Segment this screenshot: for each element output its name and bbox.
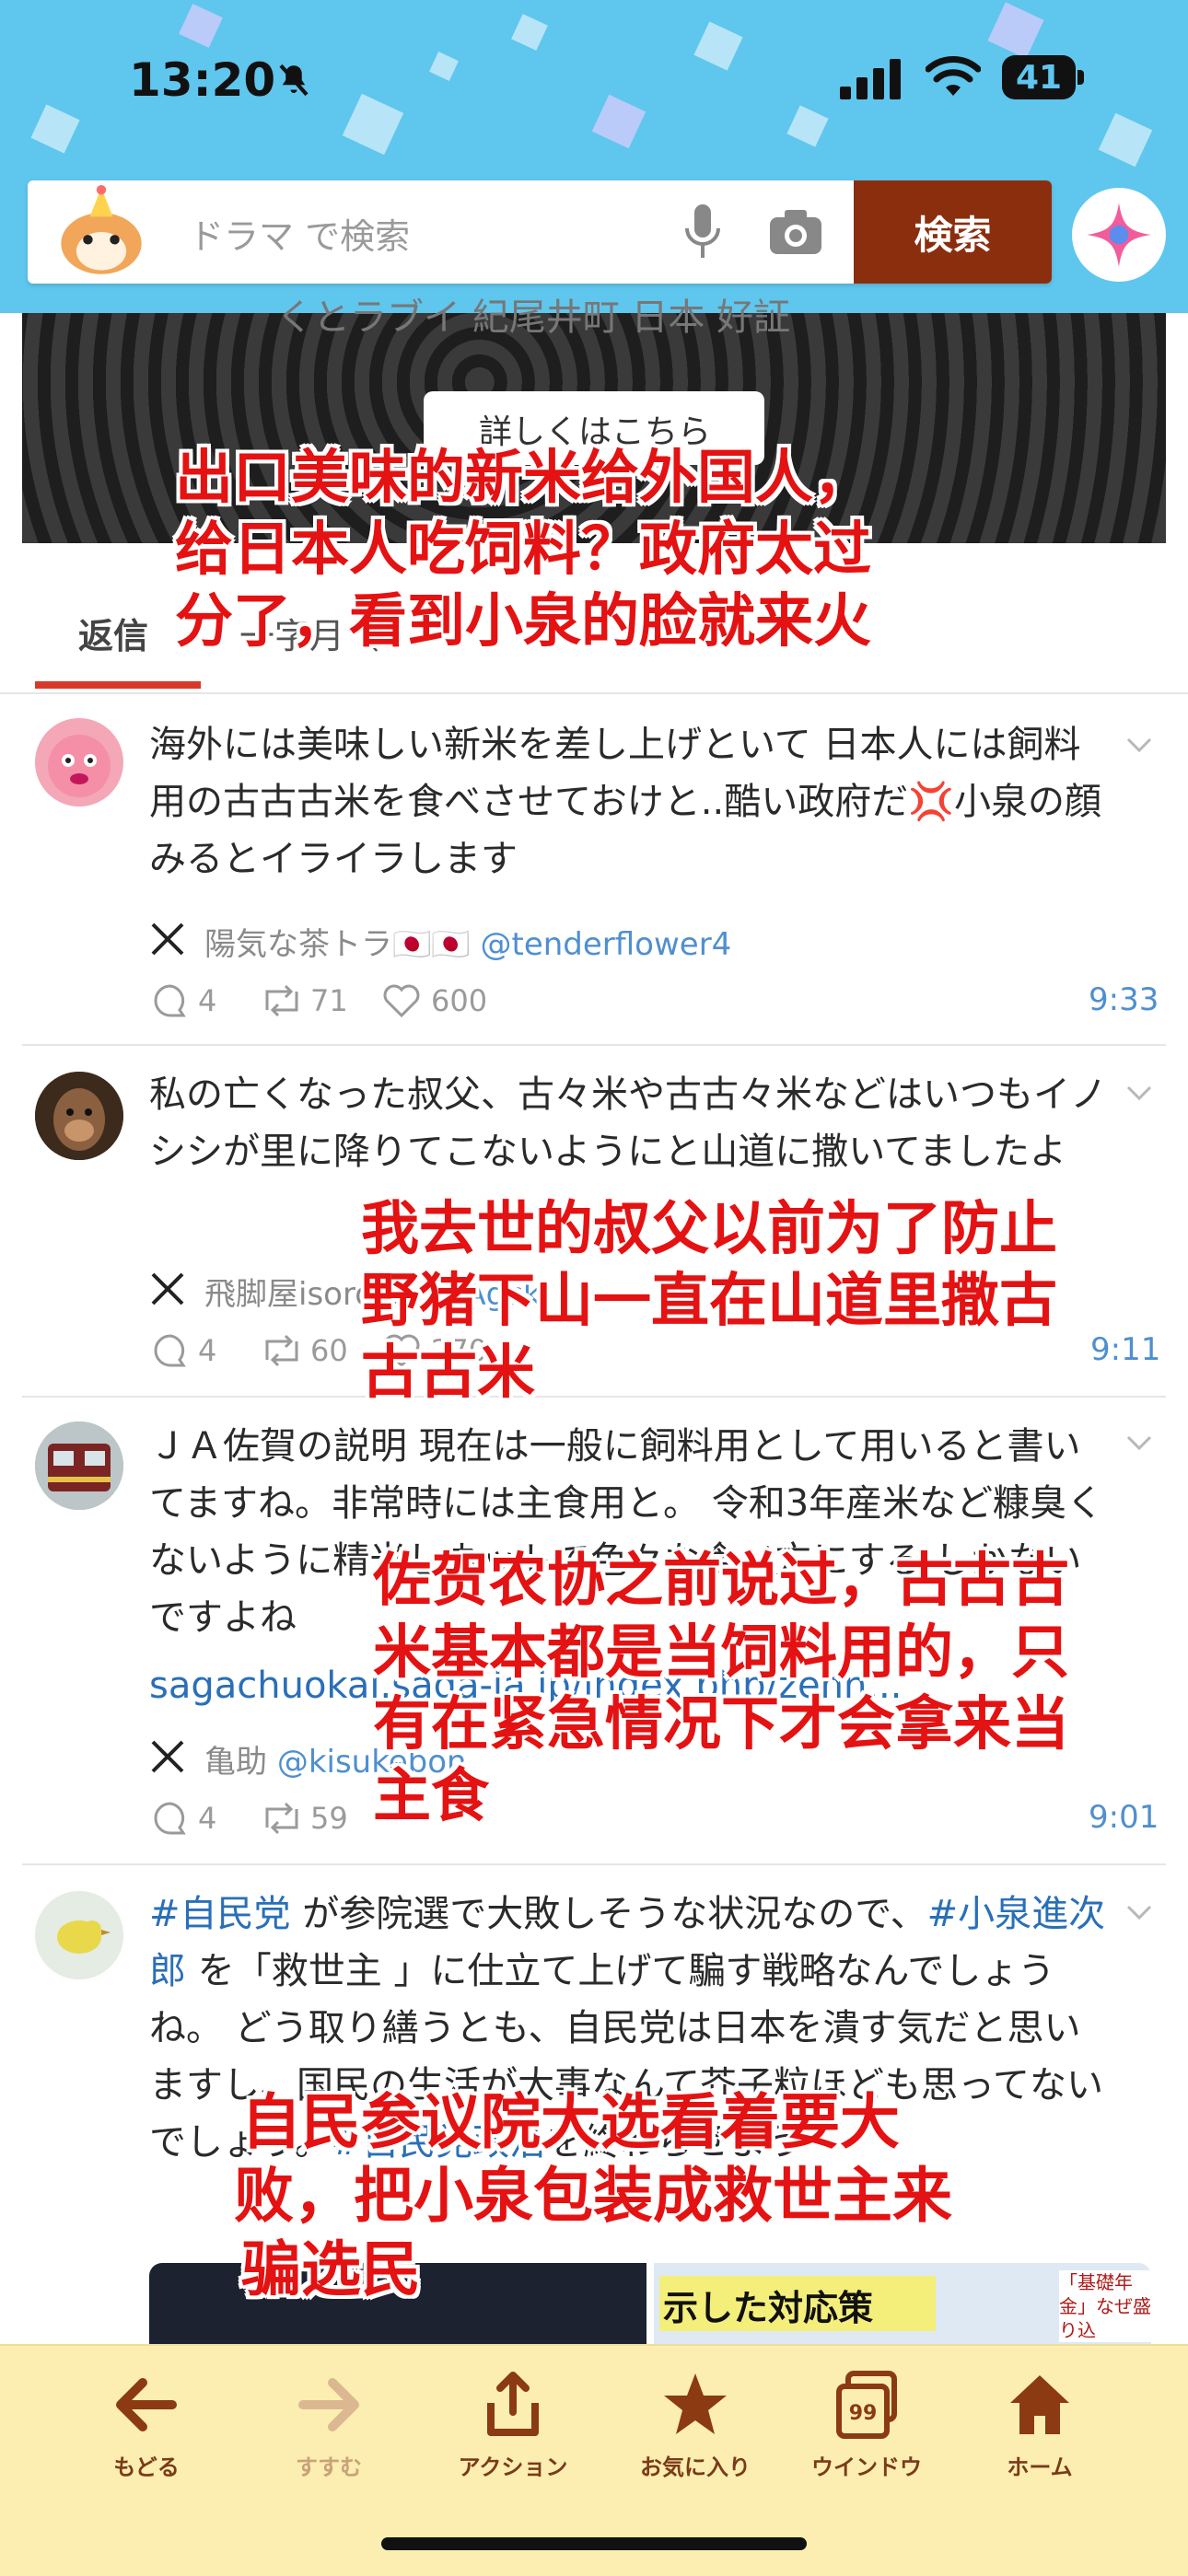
avatar[interactable] — [35, 1072, 123, 1160]
overlay-line: 出口美味的新米给外国人， — [175, 444, 871, 511]
repost-count: 59 — [310, 1801, 348, 1836]
home-icon — [1010, 2375, 1069, 2434]
x-logo-icon — [151, 922, 184, 956]
forward-label: すすむ — [296, 2454, 362, 2480]
overlay-annotation: 出口美味的新米给外国人， 给日本人吃饲料？政府太过 分了，看到小泉的脸就来火 — [175, 442, 871, 657]
overlay-line: 米基本都是当饲料用的，只 — [373, 1619, 1069, 1686]
avatar[interactable] — [35, 1891, 123, 1979]
favorites-label: お気に入り — [640, 2454, 751, 2480]
post-time[interactable]: 9:11 — [1090, 1331, 1160, 1368]
overlay-line: 败，把小泉包装成救世主来 — [234, 2162, 953, 2231]
post-separator — [22, 1863, 1166, 1865]
windows-icon: 99 — [836, 2371, 897, 2439]
star-icon — [664, 2373, 727, 2434]
author-name: 陽気な茶トラ🇯🇵🇯🇵 — [204, 926, 471, 963]
overlay-line: 自民参议院大选看着要大 — [241, 2088, 901, 2157]
banner-text: くとラブイ 紀尾井町 日本 好証 — [276, 296, 791, 339]
repost-count: 60 — [310, 1333, 348, 1368]
bell-slash-icon — [279, 64, 309, 97]
overlay-line: 佐贺农协之前说过，古古古 — [373, 1547, 1069, 1614]
post-separator — [22, 1044, 1166, 1046]
home-indicator[interactable] — [381, 2537, 807, 2550]
action-label: アクション — [458, 2454, 568, 2480]
overlay-line: 我去世的叔父以前为了防止 — [361, 1195, 1057, 1262]
author-name: 亀助 — [204, 1744, 267, 1781]
chevron-down-icon[interactable] — [1125, 1083, 1153, 1103]
thumbnail-side-text: 「基礎年金」なぜ盛り込 — [1059, 2270, 1151, 2342]
repost-icon[interactable] — [260, 1332, 304, 1369]
overlay-line: 分了，看到小泉的脸就来火 — [175, 587, 871, 655]
x-logo-icon — [151, 1740, 184, 1773]
favorites-button[interactable]: お気に入り — [617, 2370, 774, 2481]
tram-photo-icon — [35, 1421, 123, 1510]
arrow-right-icon — [298, 2378, 359, 2431]
windows-label: ウインドウ — [811, 2454, 922, 2480]
home-label: ホーム — [1007, 2454, 1073, 2480]
action-button[interactable]: アクション — [435, 2370, 591, 2481]
post-time[interactable]: 9:01 — [1089, 1799, 1159, 1836]
overlay-annotation: 佐贺农协之前说过，古古古 米基本都是当饲料用的，只 有在紧急情况下才会拿来当 主… — [373, 1545, 1069, 1832]
reply-icon[interactable] — [152, 1332, 189, 1369]
wifi-icon — [926, 56, 981, 96]
like-icon[interactable] — [381, 982, 422, 1019]
chevron-down-icon[interactable] — [1125, 735, 1153, 755]
avatar[interactable] — [35, 718, 123, 806]
battery-tip — [1077, 70, 1084, 85]
ape-portrait-icon — [35, 1072, 123, 1160]
overlay-line: 主食 — [373, 1762, 489, 1829]
overlay-line: 给日本人吃饲料？政府太过 — [175, 516, 871, 583]
overlay-line: 有在紧急情况下才会拿来当 — [373, 1690, 1069, 1758]
active-tab-indicator — [35, 681, 201, 689]
tab-replies[interactable]: 返信 — [78, 608, 148, 658]
repost-icon[interactable] — [260, 1800, 304, 1837]
home-button[interactable]: ホーム — [961, 2370, 1118, 2481]
chevron-down-icon[interactable] — [1125, 1433, 1153, 1453]
arrow-left-icon — [116, 2378, 177, 2431]
reply-icon[interactable] — [152, 982, 189, 1019]
search-input[interactable]: ドラマ で検索 — [189, 208, 410, 259]
overlay-annotation: 自民参议院大选看着要大 败，把小泉包装成救世主来 骗选民 — [234, 2086, 952, 2307]
search-button[interactable]: 検索 — [854, 180, 1052, 284]
ai-assistant-icon[interactable] — [1072, 188, 1166, 282]
bird-photo-icon — [35, 1891, 123, 1979]
back-label: もどる — [113, 2454, 180, 2480]
status-time: 13:20 — [129, 53, 276, 107]
avatar[interactable] — [35, 1421, 123, 1510]
like-count: 600 — [431, 983, 488, 1018]
camera-icon[interactable] — [768, 208, 823, 256]
post-author[interactable]: 陽気な茶トラ🇯🇵🇯🇵 @tenderflower4 — [204, 919, 731, 964]
author-handle: @tenderflower4 — [480, 926, 732, 963]
overlay-annotation: 我去世的叔父以前为了防止 野猪下山一直在山道里撒古 古古米 — [361, 1193, 1057, 1409]
share-icon — [487, 2372, 539, 2436]
post-text: 海外には美味しい新米を差し上げといて 日本人には飼料用の古古古米を食べさせておけ… — [149, 724, 1102, 880]
reply-icon[interactable] — [152, 1800, 189, 1837]
repost-count: 71 — [310, 983, 348, 1018]
hashtag-link[interactable]: #自民党 — [149, 1893, 291, 1935]
overlay-line: 骗选民 — [241, 2235, 422, 2304]
chevron-down-icon[interactable] — [1125, 1902, 1153, 1922]
overlay-line: 古古米 — [361, 1339, 535, 1406]
forward-button[interactable]: すすむ — [250, 2370, 407, 2481]
reply-count: 4 — [198, 1801, 217, 1836]
tab-divider — [0, 692, 1188, 694]
repost-icon[interactable] — [260, 982, 304, 1019]
reply-count: 4 — [198, 983, 217, 1018]
reply-count: 4 — [198, 1333, 217, 1368]
windows-count: 99 — [849, 2402, 878, 2425]
cellular-signal-icon — [840, 59, 901, 99]
back-button[interactable]: もどる — [68, 2370, 225, 2481]
x-logo-icon — [151, 1272, 184, 1305]
battery-indicator: 41 — [1002, 55, 1076, 99]
mascot-logo-icon — [61, 185, 142, 274]
microphone-icon[interactable] — [681, 203, 724, 261]
windows-button[interactable]: 99 ウインドウ — [788, 2370, 945, 2481]
pink-character-icon — [48, 735, 111, 797]
overlay-line: 野猪下山一直在山道里撒古 — [361, 1267, 1057, 1334]
post-text: 私の亡くなった叔父、古々米や古古々米などはいつもイノシシが里に降りてこないように… — [149, 1073, 1107, 1173]
post-text-segment: が参院選で大敗しそうな状況なので、 — [290, 1893, 927, 1935]
post-time[interactable]: 9:33 — [1089, 981, 1159, 1018]
